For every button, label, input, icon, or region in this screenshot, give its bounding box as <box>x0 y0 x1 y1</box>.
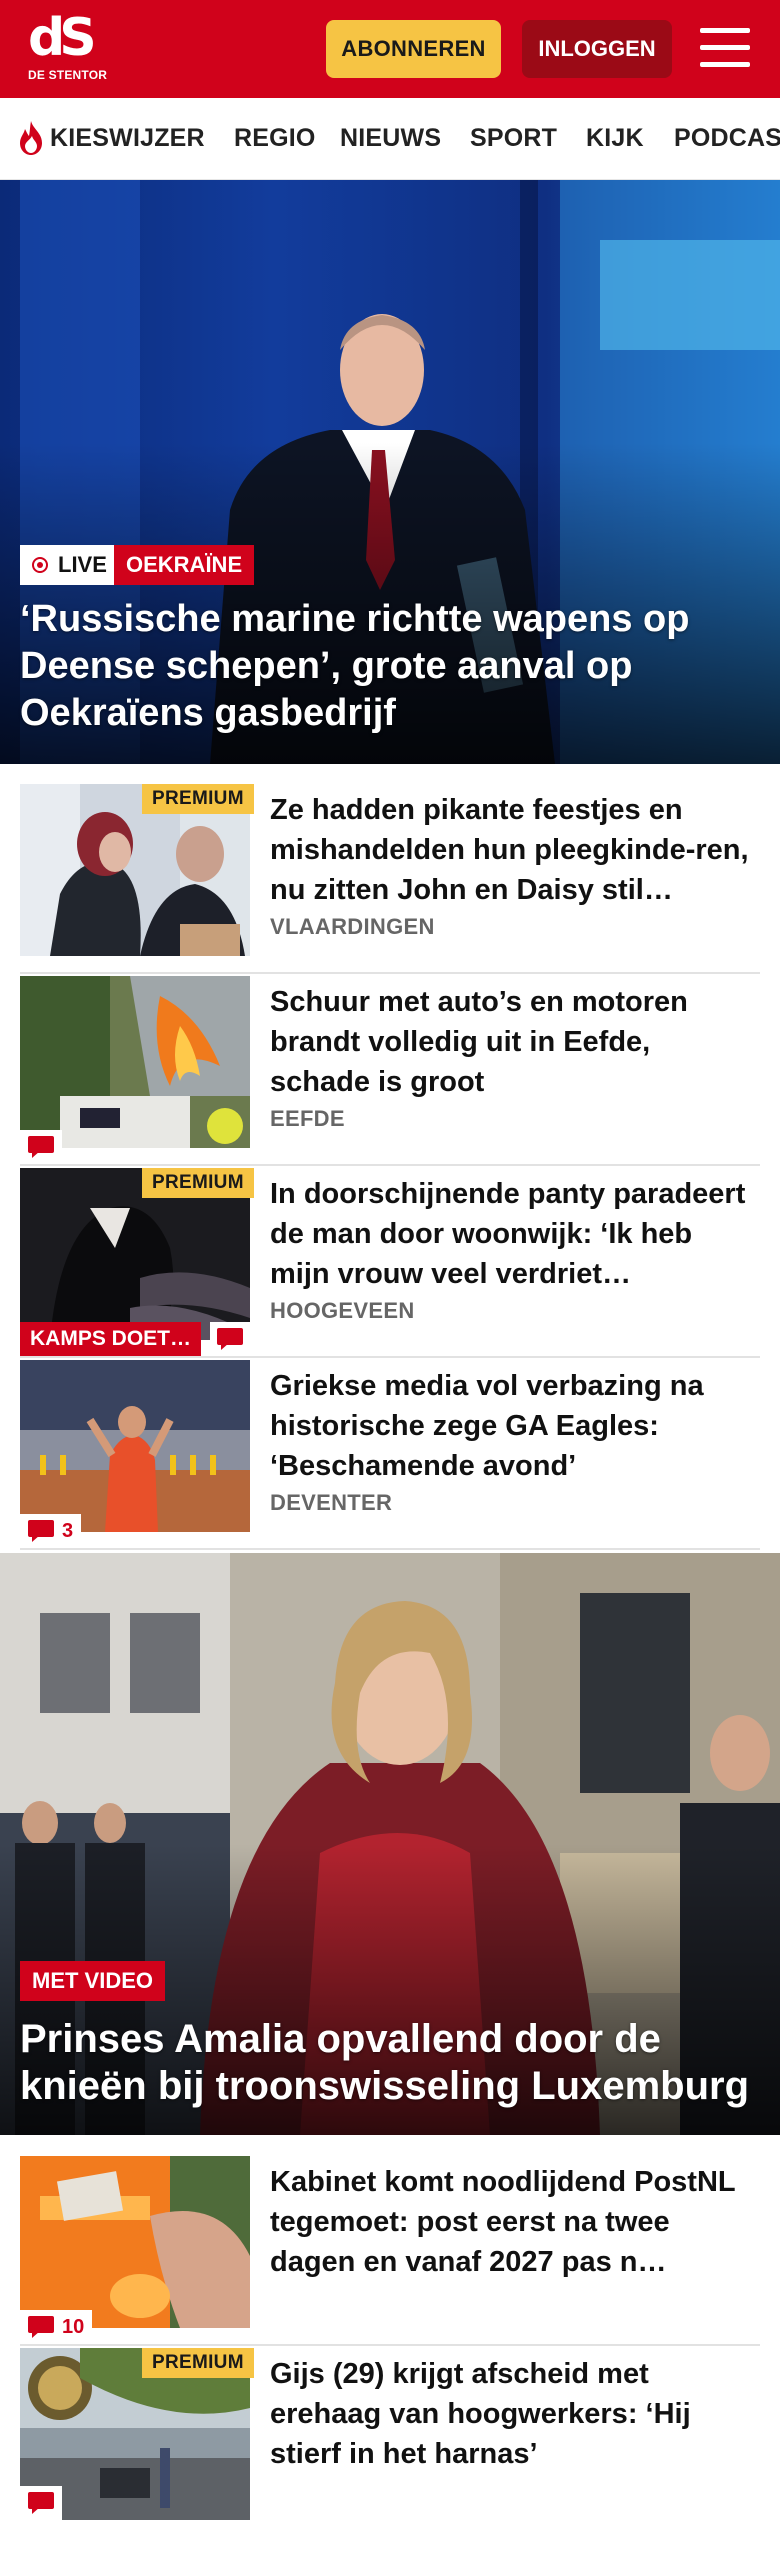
menu-icon[interactable] <box>700 26 752 70</box>
nav-item-podcast[interactable]: PODCAS <box>674 124 780 153</box>
article-thumbnail <box>20 976 250 1148</box>
hero-article-amalia[interactable]: MET VIDEO Prinses Amalia opvallend door … <box>0 1553 780 2135</box>
article-title[interactable]: Kabinet komt noodlijdend PostNL tegemoet… <box>270 2162 755 2282</box>
article-row[interactable]: PREMIUM KAMPS DOET… In doorschijnende pa… <box>20 1168 760 1358</box>
logo-mark: dS <box>28 8 97 68</box>
article-row[interactable]: PREMIUM Gijs (29) krijgt afscheid met er… <box>20 2348 760 2520</box>
hero-headline[interactable]: ‘Russische marine richtte wapens op Deen… <box>20 596 760 737</box>
article-title[interactable]: Ze hadden pikante feestjes en mishandeld… <box>270 790 755 910</box>
article-thumbnail <box>20 2156 250 2328</box>
login-button[interactable]: INLOGGEN <box>522 20 672 78</box>
comment-count-badge: 10 <box>20 2310 93 2344</box>
site-logo[interactable]: dS DE STENTOR <box>28 12 112 92</box>
article-row[interactable]: Schuur met auto’s en motoren brandt voll… <box>20 976 760 1166</box>
subscribe-button[interactable]: ABONNEREN <box>326 20 501 78</box>
article-thumbnail <box>20 1360 250 1532</box>
nav-item-regio[interactable]: REGIO <box>234 124 316 153</box>
video-badge: MET VIDEO <box>20 1961 166 2001</box>
article-title[interactable]: Gijs (29) krijgt afscheid met erehaag va… <box>270 2354 755 2474</box>
site-header: dS DE STENTOR ABONNEREN INLOGGEN <box>0 0 780 98</box>
premium-badge: PREMIUM <box>142 2348 254 2378</box>
comment-icon <box>28 1520 54 1542</box>
comment-count-badge <box>210 1322 250 1356</box>
comment-count-badge: 3 <box>20 1514 82 1548</box>
live-badge: LIVE <box>20 545 117 585</box>
article-location: DEVENTER <box>270 1490 393 1515</box>
article-location: VLAARDINGEN <box>270 914 435 939</box>
flame-icon <box>20 121 42 155</box>
series-badge[interactable]: KAMPS DOET… <box>20 1322 202 1356</box>
article-title[interactable]: Schuur met auto’s en motoren brandt voll… <box>270 982 755 1102</box>
main-navigation: KIESWIJZER REGIO NIEUWS SPORT KIJK PODCA… <box>0 98 780 180</box>
premium-badge: PREMIUM <box>142 784 254 814</box>
premium-badge: PREMIUM <box>142 1168 254 1198</box>
comment-count-badge <box>20 1130 62 1164</box>
comment-count: 3 <box>62 1519 74 1542</box>
article-row[interactable]: PREMIUM Ze hadden pikante feestjes en mi… <box>20 784 760 974</box>
article-title[interactable]: Griekse media vol verbazing na historisc… <box>270 1366 755 1486</box>
article-row[interactable]: 10 Kabinet komt noodlijdend PostNL tegem… <box>20 2156 760 2346</box>
article-row[interactable]: 3 Griekse media vol verbazing na histori… <box>20 1360 760 1550</box>
hero-article-putin[interactable]: LIVE OEKRAÏNE ‘Russische marine richtte … <box>0 180 780 764</box>
live-dot-icon <box>32 557 48 573</box>
nav-item-nieuws[interactable]: NIEUWS <box>340 124 441 153</box>
comment-icon <box>28 1136 54 1158</box>
nav-item-kijk[interactable]: KIJK <box>586 124 644 153</box>
comment-count: 10 <box>62 2315 85 2338</box>
category-badge[interactable]: OEKRAÏNE <box>114 545 255 585</box>
logo-subtitle: DE STENTOR <box>28 68 108 82</box>
nav-item-kieswijzer[interactable]: KIESWIJZER <box>50 124 205 153</box>
nav-item-sport[interactable]: SPORT <box>470 124 557 153</box>
article-title[interactable]: In doorschijnende panty paradeert de man… <box>270 1174 755 1294</box>
live-label: LIVE <box>58 552 107 577</box>
hero-headline[interactable]: Prinses Amalia opvallend door de knieën … <box>20 2016 770 2110</box>
comment-icon <box>28 2316 54 2338</box>
article-location: HOOGEVEEN <box>270 1298 415 1323</box>
comment-icon <box>28 2492 54 2514</box>
comment-count-badge <box>20 2486 62 2520</box>
comment-icon <box>217 1328 243 1350</box>
article-location: EEFDE <box>270 1106 345 1131</box>
